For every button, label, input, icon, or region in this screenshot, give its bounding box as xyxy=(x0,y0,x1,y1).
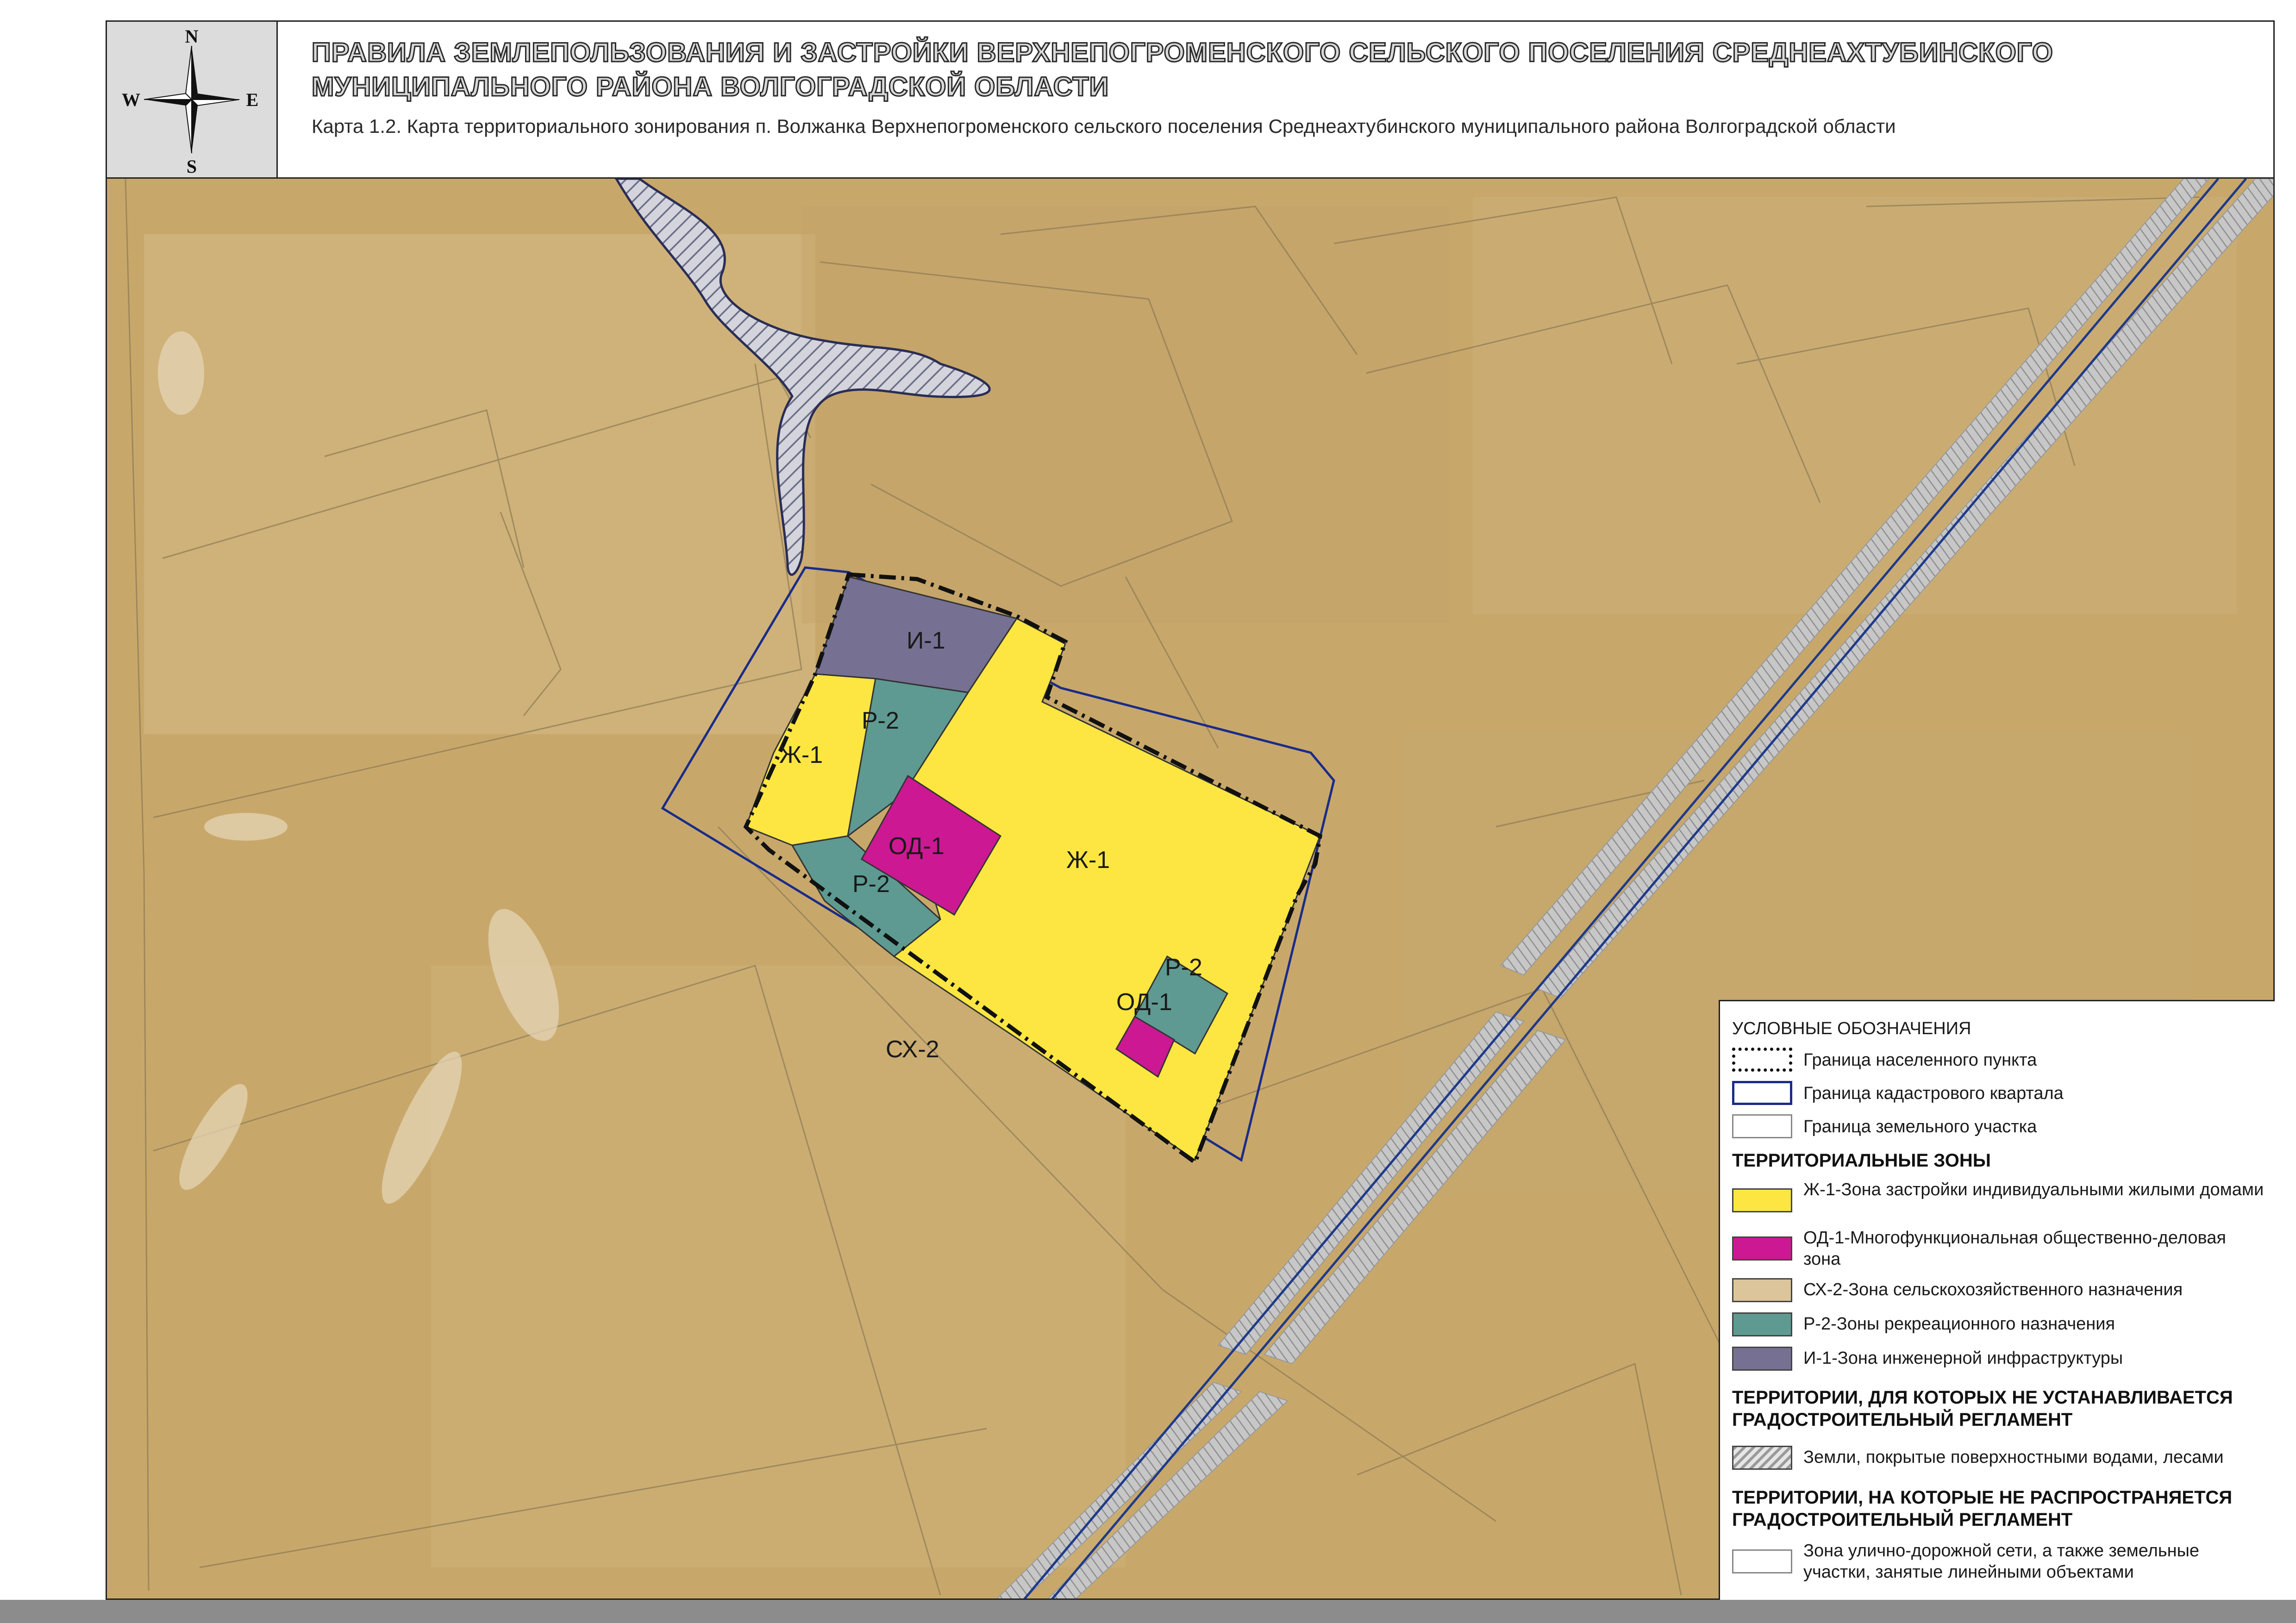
legend-swatch-i1 xyxy=(1732,1347,1792,1371)
legend-label-road-network: Зона улично-дорожной сети, а также земел… xyxy=(1803,1541,2200,1582)
legend-swatch-od1 xyxy=(1732,1236,1792,1261)
label-r2-bottom: Р-2 xyxy=(852,871,890,898)
label-skh2: СХ-2 xyxy=(886,1036,939,1063)
label-zh1-left: Ж-1 xyxy=(779,742,823,768)
map-legend: УСЛОВНЫЕ ОБОЗНАЧЕНИЯ Граница населенного… xyxy=(1719,1000,2275,1600)
legend-label-zh1: Ж-1-Зона застройки индивидуальными жилым… xyxy=(1803,1180,2264,1199)
map-subtitle: Карта 1.2. Карта территориального зониро… xyxy=(312,115,1896,137)
legend-title: УСЛОВНЫЕ ОБОЗНАЧЕНИЯ xyxy=(1732,1019,1971,1038)
legend-zones-heading: ТЕРРИТОРИАЛЬНЫЕ ЗОНЫ xyxy=(1732,1150,1991,1171)
legend-label-skh2: СХ-2-Зона сельскохозяйственного назначен… xyxy=(1803,1280,2183,1299)
label-od1-main: ОД-1 xyxy=(888,833,945,860)
compass-north-letter: N xyxy=(185,26,199,47)
legend-swatch-settlement-boundary xyxy=(1732,1048,1792,1072)
legend-swatch-skh2 xyxy=(1732,1278,1792,1302)
legend-swatch-road-network xyxy=(1732,1549,1792,1573)
legend-not-applicable-heading: ТЕРРИТОРИИ, НА КОТОРЫЕ НЕ РАСПРОСТРАНЯЕТ… xyxy=(1732,1487,2233,1530)
map-title: ПРАВИЛА ЗЕМЛЕПОЛЬЗОВАНИЯ И ЗАСТРОЙКИ ВЕР… xyxy=(311,37,2054,103)
legend-swatch-water-forest xyxy=(1732,1446,1792,1470)
label-zh1-main: Ж-1 xyxy=(1066,847,1110,874)
legend-swatch-r2 xyxy=(1732,1312,1792,1336)
label-i1: И-1 xyxy=(907,627,945,654)
compass-west-letter: W xyxy=(122,89,140,110)
compass-south-letter: S xyxy=(187,156,197,177)
compass-graphic: N S E W xyxy=(122,26,259,177)
label-od1-small: ОД-1 xyxy=(1116,989,1172,1016)
legend-label-land-plot-boundary: Граница земельного участка xyxy=(1803,1117,2037,1136)
legend-label-i1: И-1-Зона инженерной инфраструктуры xyxy=(1803,1348,2123,1368)
label-r2-top: Р-2 xyxy=(862,707,899,734)
legend-swatch-zh1 xyxy=(1732,1188,1792,1212)
legend-label-od1: ОД-1-Многофункциональная общественно-дел… xyxy=(1803,1228,2226,1269)
legend-swatch-land-plot-boundary xyxy=(1732,1114,1792,1138)
compass-rose-icon: N S E W xyxy=(107,22,278,177)
legend-label-cadastral-boundary: Граница кадастрового квартала xyxy=(1803,1084,2064,1103)
compass-east-letter: E xyxy=(246,89,259,110)
legend-label-water-forest: Земли, покрытые поверхностными водами, л… xyxy=(1803,1448,2224,1467)
legend-no-regulation-heading: ТЕРРИТОРИИ, ДЛЯ КОТОРЫХ НЕ УСТАНАВЛИВАЕТ… xyxy=(1732,1387,2233,1430)
legend-swatch-cadastral-boundary xyxy=(1732,1081,1792,1105)
legend-label-r2: Р-2-Зоны рекреационного назначения xyxy=(1803,1314,2115,1334)
bottom-strip xyxy=(0,1600,2296,1623)
label-r2-small: Р-2 xyxy=(1165,954,1202,981)
map-header: N S E W ПРАВИЛА ЗЕМЛЕПОЛЬЗОВАНИЯ И ЗАСТР… xyxy=(106,20,2275,179)
legend-label-settlement-boundary: Граница населенного пункта xyxy=(1803,1050,2037,1070)
